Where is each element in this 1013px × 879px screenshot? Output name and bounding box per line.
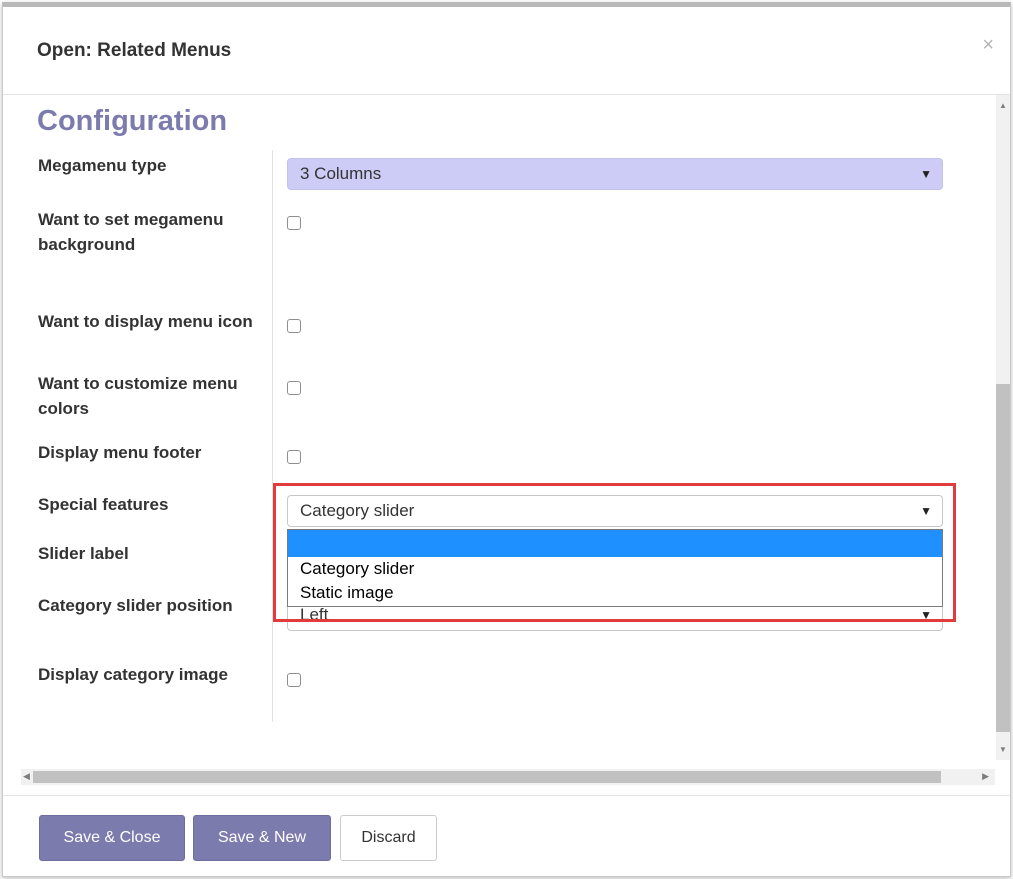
slider-position-value: Left [300,605,329,624]
dialog-body: Configuration Megamenu type 3 Columns ▼ … [3,95,996,767]
vertical-scrollbar[interactable]: ▲ ▼ [996,95,1010,760]
dropdown-option-category-slider[interactable]: Category slider [288,557,942,581]
customize-colors-label: Want to customize menu colors [38,374,238,418]
dialog-header: Open: Related Menus × [3,7,1010,95]
discard-button[interactable]: Discard [340,815,437,861]
set-background-checkbox[interactable] [287,216,301,230]
vertical-scroll-thumb[interactable] [996,384,1010,732]
special-features-value: Category slider [300,501,415,520]
display-category-image-label: Display category image [38,665,228,684]
display-category-image-checkbox[interactable] [287,673,301,687]
megamenu-type-value: 3 Columns [300,164,382,183]
display-icon-label: Want to display menu icon [38,312,253,331]
megamenu-type-select[interactable]: 3 Columns ▼ [287,158,943,190]
save-new-button[interactable]: Save & New [193,815,331,861]
section-title: Configuration [37,105,228,137]
display-footer-checkbox[interactable] [287,450,301,464]
display-footer-label: Display menu footer [38,443,202,462]
special-features-select[interactable]: Category slider ▼ [287,495,943,527]
display-icon-checkbox[interactable] [287,319,301,333]
special-features-label: Special features [38,495,169,514]
horizontal-scrollbar[interactable]: ◀ ▶ [21,769,995,785]
customize-colors-checkbox[interactable] [287,381,301,395]
save-close-button[interactable]: Save & Close [39,815,185,861]
scroll-right-icon[interactable]: ▶ [982,771,989,782]
dialog-title: Open: Related Menus [37,40,232,61]
chevron-down-icon: ▼ [920,167,932,181]
dropdown-option-blank[interactable] [288,530,942,557]
dropdown-option-static-image[interactable]: Static image [288,581,942,605]
footer-divider [3,795,1010,796]
scroll-down-icon[interactable]: ▼ [999,745,1007,754]
set-background-label: Want to set megamenu background [38,210,224,254]
scroll-up-icon[interactable]: ▲ [999,101,1007,110]
chevron-down-icon: ▼ [920,504,932,518]
related-menus-dialog: Open: Related Menus × Configuration Mega… [2,2,1011,877]
special-features-dropdown: Category slider Static image [287,529,943,607]
column-divider [272,150,273,722]
slider-label-label: Slider label [38,544,129,563]
close-icon[interactable]: × [982,35,994,55]
horizontal-scroll-thumb[interactable] [33,771,941,783]
scroll-left-icon[interactable]: ◀ [23,771,30,782]
megamenu-type-label: Megamenu type [38,156,167,175]
slider-position-label: Category slider position [38,596,233,615]
